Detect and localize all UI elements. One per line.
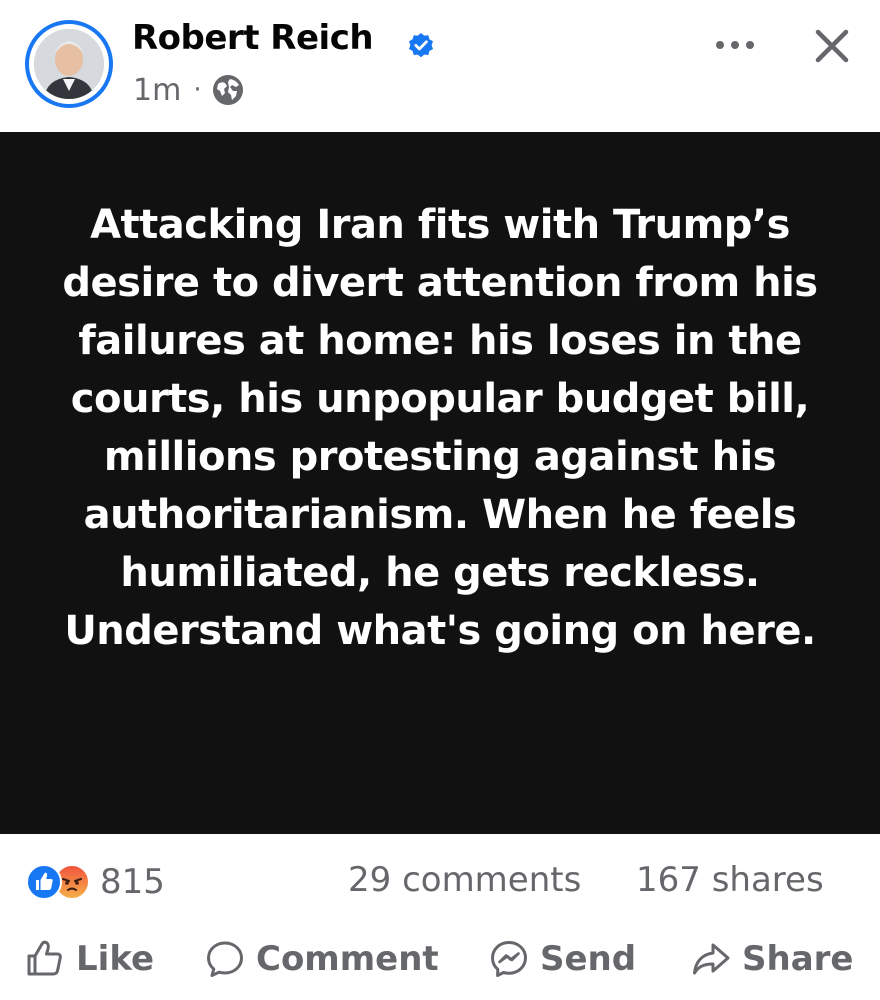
author-avatar[interactable] [25, 20, 113, 108]
post-header: Robert Reich 1m · [0, 0, 880, 132]
shares-count[interactable]: 167 shares [636, 860, 824, 900]
send-button[interactable]: Send [488, 938, 636, 980]
like-reaction-icon [26, 864, 62, 900]
like-button[interactable]: Like [24, 938, 154, 980]
thumbs-up-icon [27, 940, 62, 976]
author-name[interactable]: Robert Reich [132, 18, 374, 58]
facebook-post: Robert Reich 1m · Attacking Iran fits wi… [0, 0, 880, 1000]
globe-icon [212, 75, 243, 105]
comment-bubble-icon [207, 941, 243, 977]
send-label: Send [540, 939, 637, 979]
post-action-bar: Like Comment Send Share [0, 926, 880, 1000]
comments-count[interactable]: 29 comments [348, 860, 581, 900]
like-label: Like [76, 939, 155, 979]
post-text-card[interactable]: Attacking Iran fits with Trump’s desire … [0, 132, 880, 834]
more-options-icon[interactable] [712, 30, 758, 60]
verified-badge-icon [409, 33, 433, 58]
share-button[interactable]: Share [690, 938, 853, 980]
post-body-text: Attacking Iran fits with Trump’s desire … [62, 202, 818, 654]
post-meta: 1m · [133, 70, 244, 110]
share-label: Share [742, 939, 854, 979]
post-timestamp[interactable]: 1m [133, 73, 181, 108]
reactions-summary[interactable]: 815 [26, 862, 165, 902]
reactions-count: 815 [100, 862, 165, 902]
comment-label: Comment [256, 939, 439, 979]
share-arrow-icon [693, 943, 730, 975]
avatar-photo [34, 29, 104, 99]
messenger-icon [491, 941, 527, 977]
meta-separator: · [193, 75, 202, 105]
close-icon[interactable] [810, 24, 854, 68]
comment-button[interactable]: Comment [204, 938, 439, 980]
post-stats: 815 29 comments 167 shares [0, 834, 880, 926]
